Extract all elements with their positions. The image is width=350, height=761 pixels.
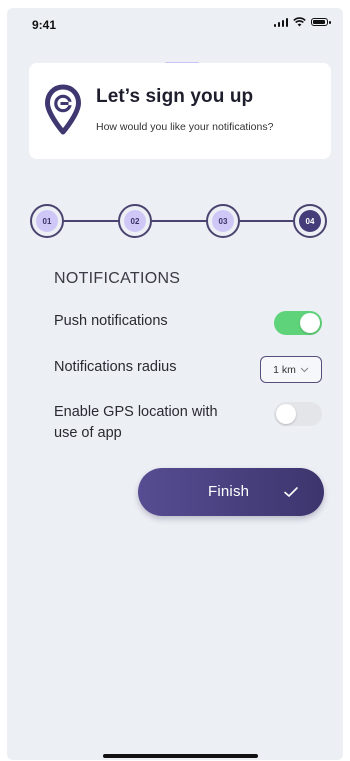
stepper-line [48,220,312,222]
step-label: 03 [212,210,234,232]
battery-icon [311,18,331,26]
step-02[interactable]: 02 [118,204,152,238]
page-subtitle: How would you like your notifications? [96,121,274,133]
step-label: 01 [36,210,58,232]
gps-label: Enable GPS location with use of app [54,402,218,444]
location-pin-logo-icon [45,84,81,135]
notifications-radius-label: Notifications radius [54,359,177,375]
gps-label-line1: Enable GPS location with [54,404,218,420]
step-01[interactable]: 01 [30,204,64,238]
signal-icon [273,17,288,27]
status-icons [273,17,331,27]
toggle-knob [276,404,296,424]
chevron-down-icon [300,367,309,372]
notifications-radius-select[interactable]: 1 km [260,356,322,383]
push-notifications-toggle[interactable] [274,311,322,335]
finish-button[interactable]: Finish [138,468,324,516]
step-04[interactable]: 04 [293,204,327,238]
status-time: 9:41 [32,18,57,32]
finish-label: Finish [208,483,250,500]
step-label: 02 [124,210,146,232]
page-title: Let’s sign you up [96,86,254,107]
home-indicator[interactable] [103,754,258,758]
gps-toggle[interactable] [274,402,322,426]
step-label: 04 [299,210,321,232]
gps-label-line2: use of app [54,425,122,441]
push-notifications-label: Push notifications [54,313,168,329]
step-03[interactable]: 03 [206,204,240,238]
section-title: NOTIFICATIONS [54,270,181,287]
wifi-icon [293,17,306,27]
checkmark-icon [284,487,298,497]
radius-value: 1 km [273,363,296,376]
toggle-knob [300,313,320,333]
header-card: Let’s sign you up How would you like you… [29,63,331,159]
progress-stepper: 01 02 03 04 [30,204,330,238]
